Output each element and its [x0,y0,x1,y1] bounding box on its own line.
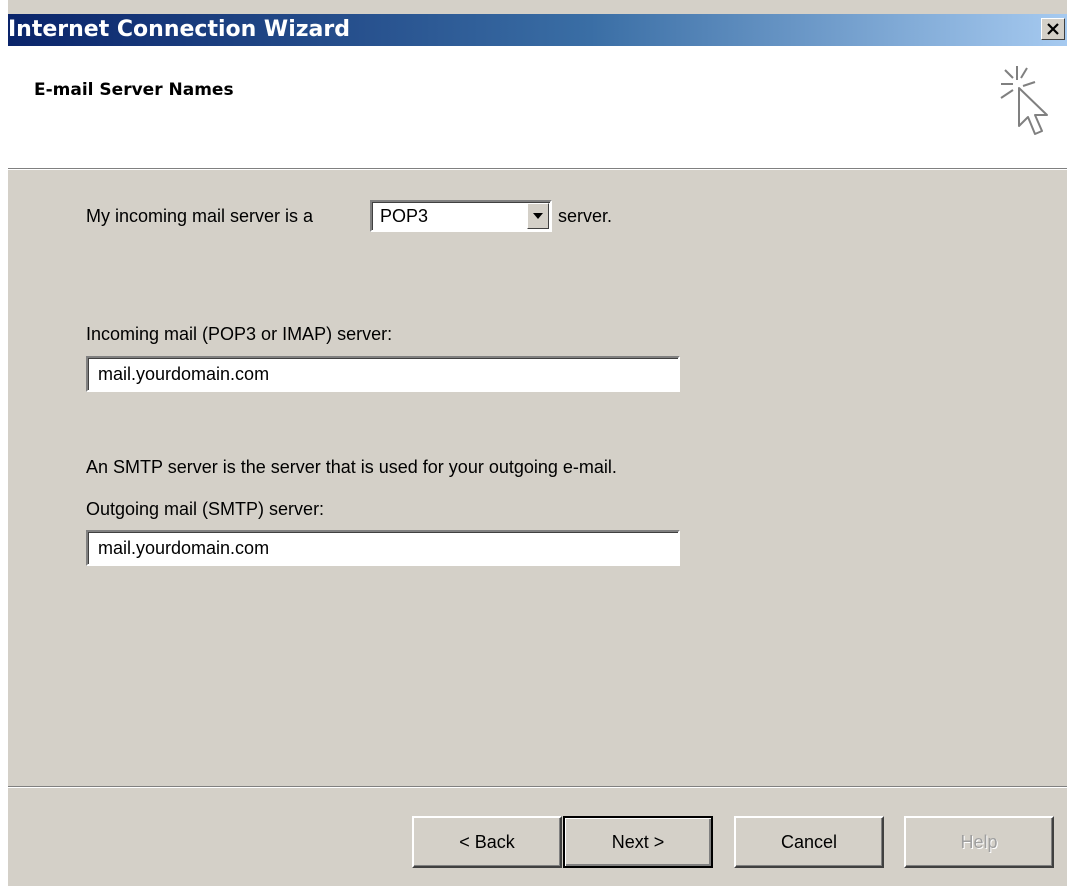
title-bar[interactable]: Internet Connection Wizard [8,14,1067,46]
server-type-value: POP3 [380,206,429,226]
wizard-window: Internet Connection Wizard E-mail Server… [8,0,1067,886]
incoming-server-label: Incoming mail (POP3 or IMAP) server: [86,324,393,344]
server-type-dropdown[interactable]: POP3 [370,200,552,232]
next-button[interactable]: Next > [563,816,713,868]
incoming-server-input[interactable] [86,356,680,392]
dropdown-button[interactable] [527,203,549,229]
chevron-down-icon [533,213,543,219]
window-title: Internet Connection Wizard [8,17,350,42]
server-type-suffix: server. [558,206,613,226]
wizard-cursor-sparkle-icon [1000,66,1048,135]
close-icon [1047,23,1059,35]
close-button[interactable] [1041,18,1065,40]
cancel-button[interactable]: Cancel [734,816,884,868]
header-separator [8,168,1067,170]
help-button[interactable]: Help [904,816,1054,868]
smtp-info-text: An SMTP server is the server that is use… [86,457,617,477]
outgoing-server-input[interactable] [86,530,680,566]
page-title: E-mail Server Names [34,80,234,100]
wizard-header: E-mail Server Names [8,46,1067,168]
back-button[interactable]: < Back [412,816,562,868]
server-type-label: My incoming mail server is a [86,206,314,226]
outgoing-server-label: Outgoing mail (SMTP) server: [86,499,325,519]
footer-separator [8,786,1067,788]
